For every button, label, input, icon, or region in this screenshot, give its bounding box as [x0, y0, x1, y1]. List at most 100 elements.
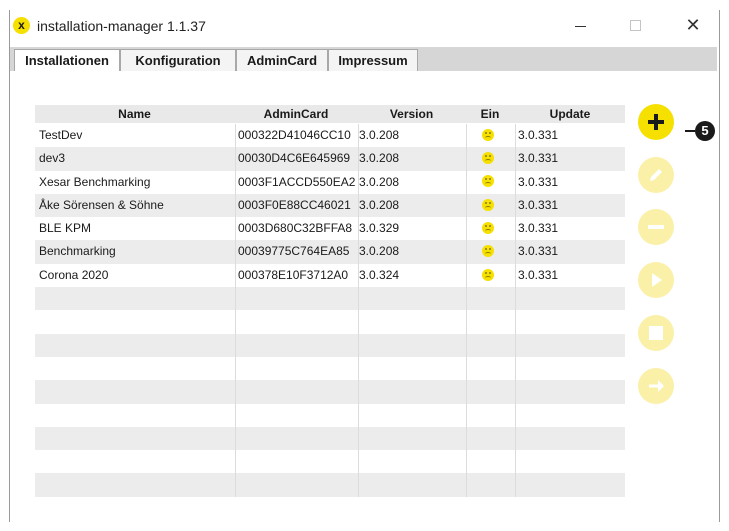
tab-installationen[interactable]: Installationen	[14, 49, 120, 71]
column-divider	[235, 240, 236, 264]
empty-table-row[interactable]	[35, 403, 625, 427]
tab-admincard[interactable]: AdminCard	[236, 49, 328, 71]
column-divider	[358, 287, 359, 311]
column-divider	[466, 240, 467, 264]
empty-table-row[interactable]	[35, 450, 625, 474]
cell-ein	[482, 124, 498, 147]
sad-smiley-icon	[482, 268, 494, 281]
column-divider	[358, 333, 359, 357]
tab-bar: Installationen Konfiguration AdminCard I…	[10, 47, 717, 71]
column-divider	[515, 240, 516, 264]
empty-table-row[interactable]	[35, 356, 625, 381]
sad-smiley-icon	[482, 222, 494, 235]
cell-name: Xesar Benchmarking	[39, 174, 151, 189]
play-icon	[647, 271, 665, 289]
cell-name: Åke Sörensen & Söhne	[39, 197, 164, 212]
table-row[interactable]: Xesar Benchmarking 0003F1ACCD550EA2 3.0.20…	[35, 170, 625, 194]
table-row[interactable]: BLE KPM 0003D680C32BFFA8 3.0.329 3.0.331	[35, 217, 625, 241]
cell-version: 3.0.208	[359, 128, 400, 142]
column-divider	[515, 310, 516, 334]
column-header-admincard[interactable]: AdminCard	[235, 105, 357, 123]
column-divider	[466, 450, 467, 474]
edit-button[interactable]	[638, 157, 674, 193]
column-divider	[466, 403, 467, 427]
add-button[interactable]	[638, 104, 674, 140]
column-divider	[466, 380, 467, 404]
column-divider	[466, 287, 467, 311]
column-divider	[466, 263, 467, 288]
sad-smiley-icon	[482, 175, 494, 188]
column-header-version[interactable]: Version	[358, 105, 465, 123]
empty-table-row[interactable]	[35, 310, 625, 334]
cell-admincard: 0003D680C32BFFA8	[238, 221, 353, 236]
column-divider	[358, 450, 359, 474]
empty-table-row[interactable]	[35, 333, 625, 357]
table-row[interactable]: Corona 2020 000378E10F3712A0 3.0.324 3.0.33…	[35, 263, 625, 288]
cell-name: BLE KPM	[39, 221, 92, 236]
sad-smiley-icon	[482, 152, 494, 165]
cell-update: 3.0.331	[518, 151, 559, 166]
column-divider	[235, 170, 236, 194]
column-header-name[interactable]: Name	[35, 105, 234, 123]
cell-name: TestDev	[39, 128, 83, 142]
column-divider	[235, 450, 236, 474]
column-divider	[515, 124, 516, 148]
column-divider	[235, 310, 236, 334]
column-divider	[358, 380, 359, 404]
tab-impressum[interactable]: Impressum	[328, 49, 418, 71]
remove-button[interactable]	[638, 209, 674, 245]
plus-icon	[647, 113, 665, 131]
cell-version: 3.0.208	[359, 174, 400, 189]
stop-icon	[647, 324, 665, 342]
column-divider	[466, 217, 467, 241]
start-button[interactable]	[638, 262, 674, 298]
sad-smiley-icon	[482, 245, 494, 258]
column-header-update[interactable]: Update	[515, 105, 625, 123]
column-divider	[515, 170, 516, 194]
cell-update: 3.0.331	[518, 197, 559, 212]
cell-ein	[482, 147, 498, 170]
empty-table-row[interactable]	[35, 287, 625, 311]
column-divider	[466, 124, 467, 148]
callout-line	[685, 130, 695, 132]
column-divider	[358, 426, 359, 451]
column-divider	[515, 193, 516, 218]
column-divider	[515, 287, 516, 311]
cell-admincard: 000322D41046CC10	[238, 128, 351, 142]
cell-ein	[482, 217, 498, 240]
column-divider	[466, 147, 467, 171]
column-divider	[466, 170, 467, 194]
empty-table-row[interactable]	[35, 426, 625, 451]
table-row[interactable]: Benchmarking 00039775C764EA85 3.0.208 3.0.3…	[35, 240, 625, 264]
column-divider	[466, 473, 467, 497]
cell-admincard: 000378E10F3712A0	[238, 267, 349, 282]
column-divider	[358, 310, 359, 334]
column-divider	[235, 426, 236, 451]
cell-version: 3.0.329	[359, 221, 400, 236]
table-row[interactable]: TestDev 000322D41046CC10 3.0.208 3.0.331	[35, 124, 625, 148]
table-row[interactable]: Åke Sörensen & Söhne 0003F0E88CC46021 3.0.…	[35, 193, 625, 218]
close-button[interactable]: ✕	[675, 14, 711, 38]
empty-table-row[interactable]	[35, 473, 625, 497]
table-row[interactable]: dev3 00030D4C6E645969 3.0.208 3.0.331	[35, 147, 625, 171]
maximize-button[interactable]	[617, 14, 653, 38]
cell-update: 3.0.331	[518, 267, 559, 282]
column-divider	[515, 263, 516, 288]
next-button[interactable]	[638, 368, 674, 404]
column-divider	[235, 356, 236, 381]
column-divider	[515, 473, 516, 497]
table-header: Name AdminCard Version Ein Update	[35, 105, 625, 123]
minimize-button[interactable]	[562, 14, 598, 38]
sad-smiley-icon	[482, 198, 494, 211]
cell-admincard: 00039775C764EA85	[238, 244, 350, 259]
column-divider	[515, 426, 516, 451]
tab-konfiguration[interactable]: Konfiguration	[120, 49, 236, 71]
column-divider	[358, 403, 359, 427]
stop-button[interactable]	[638, 315, 674, 351]
callout-badge: 5	[695, 121, 715, 141]
column-header-ein[interactable]: Ein	[466, 105, 514, 123]
cell-version: 3.0.208	[359, 244, 400, 259]
column-divider	[358, 473, 359, 497]
empty-table-row[interactable]	[35, 380, 625, 404]
column-divider	[235, 193, 236, 218]
